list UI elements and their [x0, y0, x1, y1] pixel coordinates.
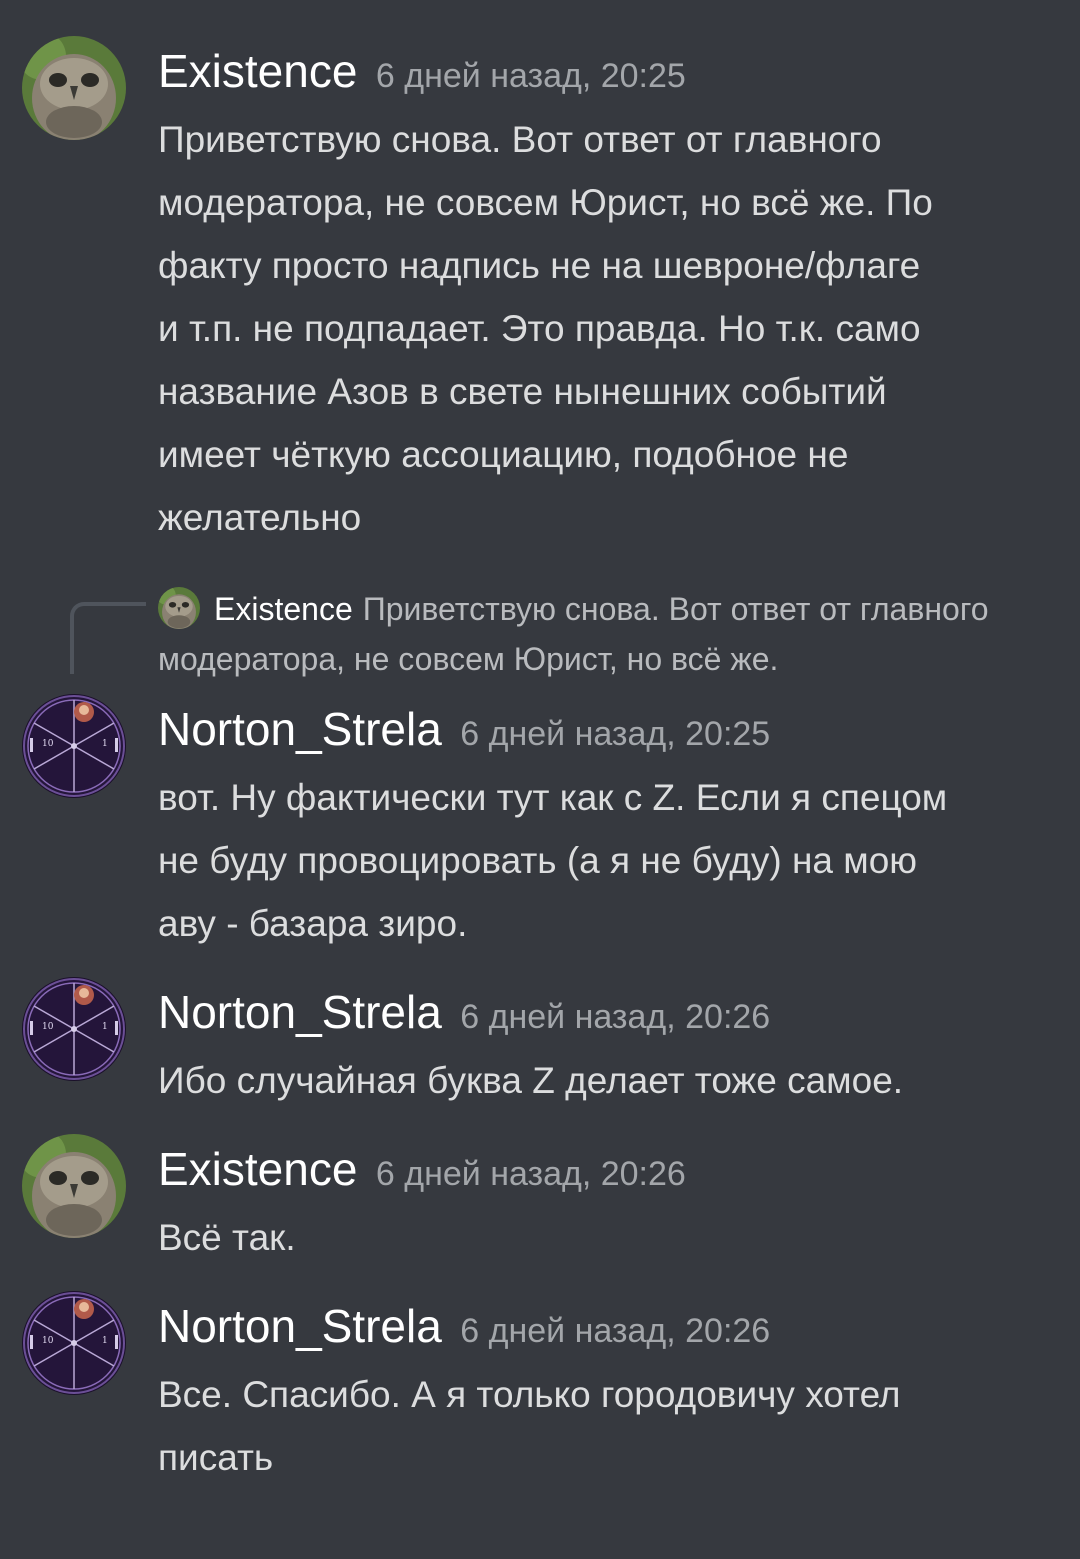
reply-username[interactable]: Existence: [214, 591, 353, 627]
message-text: Всё так.: [158, 1217, 296, 1258]
reply-spine: [70, 602, 146, 674]
message-header: Existence 6 дней назад, 20:25: [158, 44, 686, 98]
timestamp: 6 дней назад, 20:26: [460, 998, 771, 1036]
message-header: Norton_Strela 6 дней назад, 20:25: [158, 702, 770, 756]
message-text: Все. Спасибо. А я только городовичу хоте…: [158, 1374, 901, 1478]
username[interactable]: Norton_Strela: [158, 1300, 442, 1352]
reply-preview[interactable]: Existence Приветствую снова. Вот ответ от…: [158, 584, 1038, 684]
message-header: Existence 6 дней назад, 20:26: [158, 1142, 686, 1196]
timestamp: 6 дней назад, 20:26: [460, 1312, 771, 1350]
avatar[interactable]: [22, 1134, 126, 1238]
username[interactable]: Norton_Strela: [158, 703, 442, 755]
timestamp: 6 дней назад, 20:25: [460, 715, 771, 753]
username[interactable]: Existence: [158, 1143, 357, 1195]
timestamp: 6 дней назад, 20:25: [375, 57, 686, 95]
message-header: Norton_Strela 6 дней назад, 20:26: [158, 1299, 770, 1353]
avatar[interactable]: [22, 1291, 126, 1395]
message-text: Ибо случайная буква Z делает тоже самое.: [158, 1060, 904, 1101]
username[interactable]: Existence: [158, 45, 357, 97]
avatar[interactable]: [22, 36, 126, 140]
timestamp: 6 дней назад, 20:26: [375, 1155, 686, 1193]
message-text: вот. Ну фактически тут как с Z. Если я с…: [158, 777, 948, 944]
username[interactable]: Norton_Strela: [158, 986, 442, 1038]
avatar[interactable]: [22, 977, 126, 1081]
message-header: Norton_Strela 6 дней назад, 20:26: [158, 985, 770, 1039]
chat-messages: Existence 6 дней назад, 20:25 Приветству…: [0, 0, 1080, 1559]
avatar[interactable]: [22, 694, 126, 798]
message-text: Приветствую снова. Вот ответ от главного…: [158, 119, 933, 538]
